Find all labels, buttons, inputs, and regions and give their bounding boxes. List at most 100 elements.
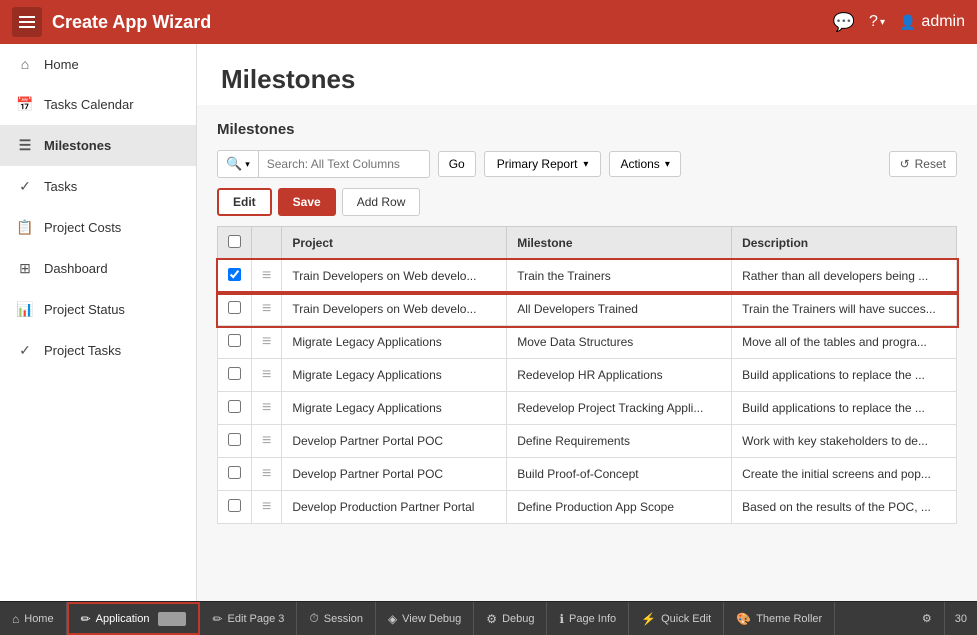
- row-checkbox-cell: [218, 359, 252, 392]
- drag-icon: ≡: [262, 333, 271, 350]
- sidebar-item-milestones[interactable]: ☰ Milestones: [0, 125, 196, 166]
- row-drag-handle[interactable]: ≡: [252, 392, 282, 425]
- sidebar-item-label: Home: [44, 57, 79, 72]
- bottom-settings[interactable]: ⚙: [910, 602, 945, 635]
- row-drag-handle[interactable]: ≡: [252, 491, 282, 524]
- bottom-item-theme-roller[interactable]: 🎨 Theme Roller: [724, 602, 835, 635]
- bottom-item-session[interactable]: ⏱ Session: [297, 602, 376, 635]
- bottom-item-page-info[interactable]: ℹ Page Info: [547, 602, 629, 635]
- bottom-theme-roller-icon: 🎨: [736, 612, 751, 626]
- row-drag-handle[interactable]: ≡: [252, 293, 282, 326]
- bottom-view-debug-icon: ◈: [388, 612, 397, 626]
- help-icon[interactable]: ? ▾: [869, 13, 885, 31]
- sidebar-item-home[interactable]: ⌂ Home: [0, 44, 196, 84]
- row-checkbox[interactable]: [228, 400, 241, 413]
- action-buttons: Edit Save Add Row: [217, 188, 957, 216]
- bottom-item-home[interactable]: ⌂ Home: [0, 602, 67, 635]
- bottom-item-view-debug[interactable]: ◈ View Debug: [376, 602, 474, 635]
- search-input[interactable]: [259, 152, 429, 176]
- row-drag-handle[interactable]: ≡: [252, 458, 282, 491]
- nav-icons: 💬 ? ▾ 👤 admin: [833, 12, 965, 33]
- row-checkbox[interactable]: [228, 301, 241, 314]
- username-label: admin: [921, 13, 965, 31]
- table-row: ≡Migrate Legacy ApplicationsRedevelop Pr…: [218, 392, 957, 425]
- row-drag-handle[interactable]: ≡: [252, 260, 282, 293]
- row-checkbox-cell: [218, 293, 252, 326]
- project-status-icon: 📊: [16, 301, 34, 318]
- row-description: Train the Trainers will have succes...: [732, 293, 957, 326]
- row-project: Train Developers on Web develo...: [282, 293, 507, 326]
- actions-label: Actions: [620, 157, 659, 171]
- sidebar-item-label: Dashboard: [44, 261, 108, 276]
- row-project: Migrate Legacy Applications: [282, 359, 507, 392]
- toolbar: 🔍 ▾ Go Primary Report ▾ Actions ▾ ↺ Rese…: [217, 150, 957, 178]
- row-drag-handle[interactable]: ≡: [252, 359, 282, 392]
- row-checkbox-cell: [218, 326, 252, 359]
- bottom-application-label: Application: [96, 613, 150, 625]
- select-all-checkbox[interactable]: [228, 235, 241, 248]
- drag-icon: ≡: [262, 399, 271, 416]
- edit-button[interactable]: Edit: [217, 188, 272, 216]
- sidebar-item-project-tasks[interactable]: ✓ Project Tasks: [0, 330, 196, 371]
- sidebar-item-label: Tasks Calendar: [44, 97, 134, 112]
- user-menu[interactable]: 👤 admin: [899, 13, 965, 31]
- primary-report-button[interactable]: Primary Report ▾: [484, 151, 602, 177]
- reset-label: Reset: [915, 157, 946, 171]
- row-checkbox[interactable]: [228, 268, 241, 281]
- row-drag-handle[interactable]: ≡: [252, 425, 282, 458]
- bottom-item-application[interactable]: ✏ Application: [67, 602, 201, 635]
- project-tasks-icon: ✓: [16, 342, 34, 359]
- bottom-item-debug[interactable]: ⚙ Debug: [474, 602, 547, 635]
- save-button[interactable]: Save: [278, 188, 336, 216]
- reset-icon: ↺: [900, 157, 910, 171]
- bottom-item-quick-edit[interactable]: ⚡ Quick Edit: [629, 602, 724, 635]
- table-row: ≡Migrate Legacy ApplicationsRedevelop HR…: [218, 359, 957, 392]
- hamburger-menu[interactable]: [12, 7, 42, 37]
- row-milestone: Define Requirements: [507, 425, 732, 458]
- row-project: Develop Partner Portal POC: [282, 425, 507, 458]
- bottom-page-info-icon: ℹ: [559, 612, 564, 626]
- content-area: Milestones Milestones 🔍 ▾ Go Primary Rep…: [197, 44, 977, 601]
- sidebar-item-tasks-calendar[interactable]: 📅 Tasks Calendar: [0, 84, 196, 125]
- sidebar-item-project-status[interactable]: 📊 Project Status: [0, 289, 196, 330]
- row-description: Build applications to replace the ...: [732, 392, 957, 425]
- bottom-home-icon: ⌂: [12, 612, 19, 626]
- add-row-button[interactable]: Add Row: [342, 188, 421, 216]
- row-project: Develop Partner Portal POC: [282, 458, 507, 491]
- sidebar-item-label: Project Tasks: [44, 343, 121, 358]
- chat-icon[interactable]: 💬: [833, 12, 855, 33]
- drag-icon: ≡: [262, 498, 271, 515]
- table-row: ≡Develop Partner Portal POCBuild Proof-o…: [218, 458, 957, 491]
- content-body: Milestones 🔍 ▾ Go Primary Report ▾ Actio…: [197, 105, 977, 601]
- go-button[interactable]: Go: [438, 151, 476, 177]
- top-navigation: Create App Wizard 💬 ? ▾ 👤 admin: [0, 0, 977, 44]
- actions-button[interactable]: Actions ▾: [609, 151, 680, 177]
- section-title: Milestones: [217, 121, 957, 138]
- row-description: Work with key stakeholders to de...: [732, 425, 957, 458]
- bottom-view-debug-label: View Debug: [402, 613, 461, 625]
- row-checkbox[interactable]: [228, 367, 241, 380]
- row-checkbox-cell: [218, 392, 252, 425]
- sidebar-item-tasks[interactable]: ✓ Tasks: [0, 166, 196, 207]
- row-milestone: Train the Trainers: [507, 260, 732, 293]
- sidebar-item-dashboard[interactable]: ⊞ Dashboard: [0, 248, 196, 289]
- row-checkbox[interactable]: [228, 334, 241, 347]
- reset-button[interactable]: ↺ Reset: [889, 151, 957, 177]
- bottom-edit-label: Edit Page 3: [228, 613, 285, 625]
- project-costs-icon: 📋: [16, 219, 34, 236]
- column-header-drag: [252, 227, 282, 260]
- bottom-item-edit-page-3[interactable]: ✏ Edit Page 3: [200, 602, 297, 635]
- row-project: Develop Production Partner Portal: [282, 491, 507, 524]
- row-project: Train Developers on Web develo...: [282, 260, 507, 293]
- sidebar-item-project-costs[interactable]: 📋 Project Costs: [0, 207, 196, 248]
- row-drag-handle[interactable]: ≡: [252, 326, 282, 359]
- drag-icon: ≡: [262, 267, 271, 284]
- column-header-checkbox: [218, 227, 252, 260]
- column-header-description: Description: [732, 227, 957, 260]
- row-checkbox[interactable]: [228, 499, 241, 512]
- row-checkbox[interactable]: [228, 433, 241, 446]
- search-dropdown-button[interactable]: 🔍 ▾: [218, 151, 259, 177]
- row-description: Move all of the tables and progra...: [732, 326, 957, 359]
- bottom-bar: ⌂ Home ✏ Application ✏ Edit Page 3 ⏱ Ses…: [0, 601, 977, 635]
- row-checkbox[interactable]: [228, 466, 241, 479]
